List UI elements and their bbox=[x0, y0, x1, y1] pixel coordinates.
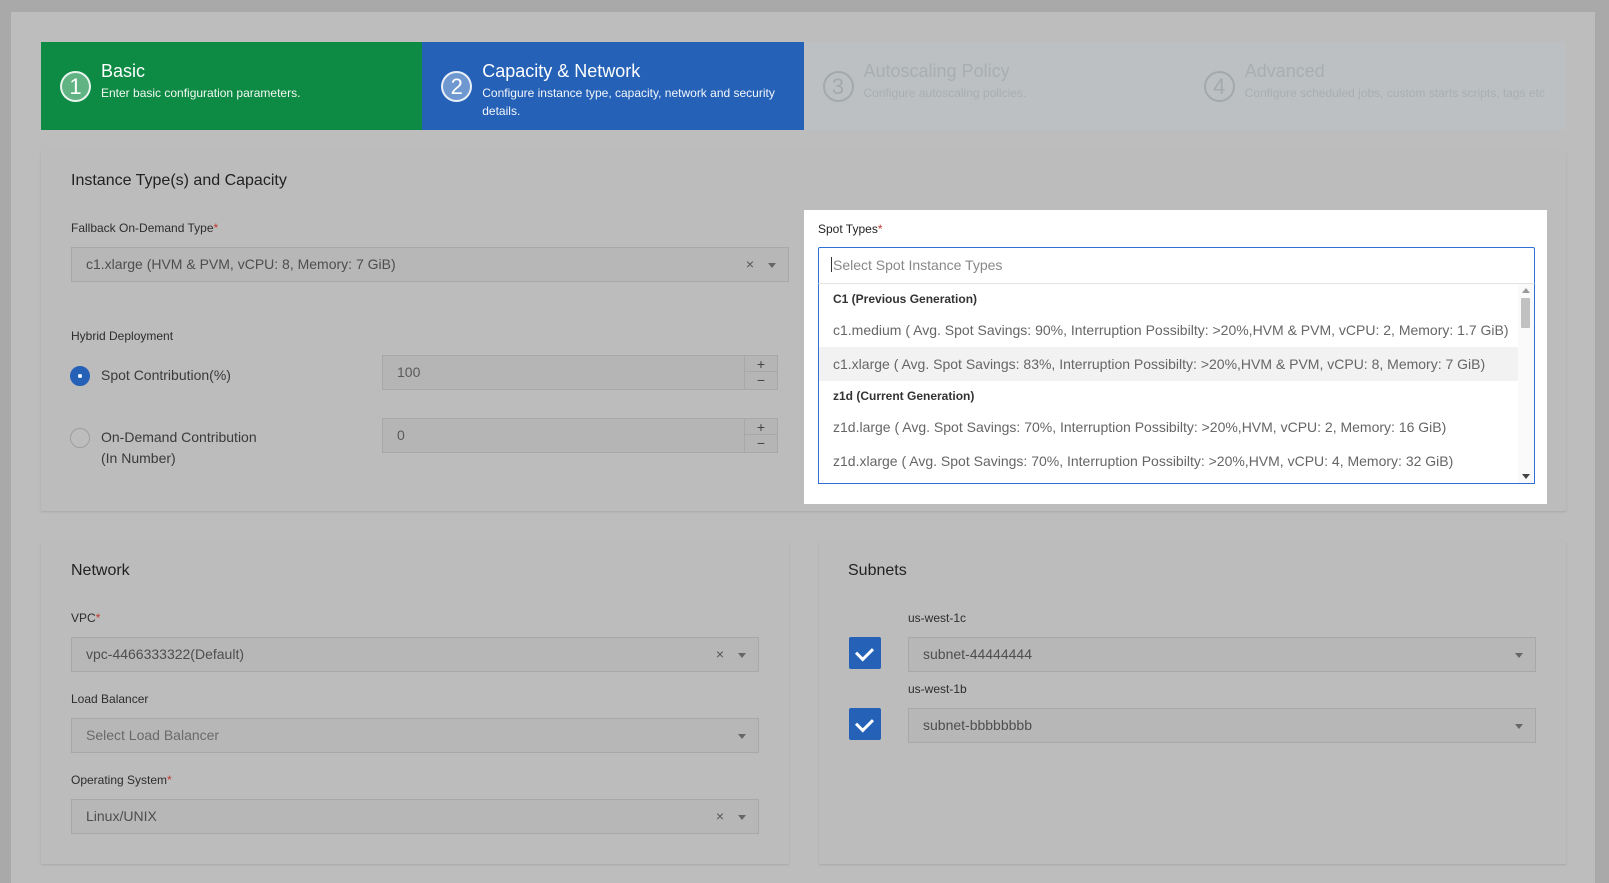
decrement-button[interactable]: − bbox=[745, 372, 777, 388]
option-group-header: z1d (Current Generation) bbox=[833, 389, 975, 403]
step-number: 1 bbox=[60, 71, 91, 102]
os-select[interactable]: Linux/UNIX × bbox=[71, 799, 759, 834]
step-title: Capacity & Network bbox=[482, 61, 641, 81]
os-value: Linux/UNIX bbox=[86, 808, 157, 824]
required-mark: * bbox=[213, 221, 219, 235]
vpc-label: VPC* bbox=[71, 611, 100, 625]
scrollbar-thumb[interactable] bbox=[1521, 298, 1530, 328]
spot-contribution-radio[interactable] bbox=[70, 366, 90, 386]
spot-types-label-text: Spot Types bbox=[818, 222, 878, 236]
step-description: Configure scheduled jobs, custom starts … bbox=[1244, 86, 1545, 100]
wizard-steps: 1 Basic Enter basic configuration parame… bbox=[41, 42, 1566, 130]
spot-types-label: Spot Types* bbox=[818, 222, 883, 236]
chevron-down-icon[interactable] bbox=[1515, 724, 1523, 729]
required-mark: * bbox=[877, 222, 883, 236]
os-label-text: Operating System bbox=[71, 773, 168, 787]
load-balancer-placeholder: Select Load Balancer bbox=[86, 727, 220, 743]
chevron-down-icon[interactable] bbox=[768, 263, 776, 268]
ondemand-contribution-stepper[interactable]: 0 + − bbox=[382, 418, 778, 453]
clear-icon[interactable]: × bbox=[746, 256, 754, 272]
dropdown-option[interactable]: c1.xlarge ( Avg. Spot Savings: 83%, Inte… bbox=[819, 347, 1518, 381]
spot-contribution-value: 100 bbox=[397, 364, 421, 380]
subnet-checkbox[interactable] bbox=[849, 708, 881, 740]
load-balancer-label: Load Balancer bbox=[71, 692, 149, 706]
fallback-type-value: c1.xlarge (HVM & PVM, vCPU: 8, Memory: 7… bbox=[86, 256, 396, 272]
scroll-up-icon[interactable] bbox=[1522, 288, 1530, 293]
dropdown-option[interactable]: z1d.large ( Avg. Spot Savings: 70%, Inte… bbox=[819, 410, 1518, 444]
stepper-buttons: + − bbox=[744, 419, 777, 452]
subnet-value: subnet-44444444 bbox=[923, 646, 1032, 662]
spot-types-search-input[interactable]: Select Spot Instance Types bbox=[818, 247, 1535, 283]
load-balancer-select[interactable]: Select Load Balancer bbox=[71, 718, 759, 753]
step-advanced[interactable]: 4 Advanced Configure scheduled jobs, cus… bbox=[1184, 42, 1566, 130]
increment-button[interactable]: + bbox=[745, 419, 777, 435]
vpc-value: vpc-4466333322(Default) bbox=[86, 646, 244, 662]
subnet-select[interactable]: subnet-bbbbbbbb bbox=[908, 708, 1536, 743]
fallback-type-select[interactable]: c1.xlarge (HVM & PVM, vCPU: 8, Memory: 7… bbox=[71, 247, 789, 282]
subnet-zone-label: us-west-1c bbox=[908, 611, 967, 625]
scroll-down-icon[interactable] bbox=[1522, 474, 1530, 479]
dropdown-list: C1 (Previous Generation) c1.medium ( Avg… bbox=[819, 284, 1518, 478]
spot-types-dropdown[interactable]: C1 (Previous Generation) c1.medium ( Avg… bbox=[818, 283, 1535, 484]
os-label: Operating System* bbox=[71, 773, 172, 787]
step-description: Configure instance type, capacity, netwo… bbox=[482, 86, 775, 118]
chevron-down-icon[interactable] bbox=[738, 734, 746, 739]
step-capacity-network[interactable]: 2 Capacity & Network Configure instance … bbox=[422, 42, 804, 130]
decrement-button[interactable]: − bbox=[745, 435, 777, 451]
chevron-down-icon[interactable] bbox=[738, 815, 746, 820]
increment-button[interactable]: + bbox=[745, 356, 777, 372]
option-group-header: C1 (Previous Generation) bbox=[833, 292, 978, 306]
spot-types-panel: Spot Types* Select Spot Instance Types C… bbox=[804, 210, 1547, 504]
dropdown-option[interactable]: z1d.xlarge ( Avg. Spot Savings: 70%, Int… bbox=[819, 444, 1518, 478]
spot-types-placeholder: Select Spot Instance Types bbox=[833, 257, 1003, 273]
ondemand-label-line2: (In Number) bbox=[101, 450, 176, 466]
spot-contribution-label: Spot Contribution(%) bbox=[101, 367, 231, 383]
subnets-card: Subnets us-west-1c subnet-44444444 us-we… bbox=[819, 541, 1566, 864]
ondemand-contribution-value: 0 bbox=[397, 427, 405, 443]
subnet-value: subnet-bbbbbbbb bbox=[923, 717, 1032, 733]
step-title: Basic bbox=[101, 61, 146, 81]
ondemand-contribution-radio[interactable] bbox=[70, 428, 90, 448]
subnet-zone-label: us-west-1b bbox=[908, 682, 967, 696]
subnet-select[interactable]: subnet-44444444 bbox=[908, 637, 1536, 672]
capacity-title: Instance Type(s) and Capacity bbox=[71, 172, 287, 189]
subnets-title: Subnets bbox=[848, 562, 907, 579]
step-title: Autoscaling Policy bbox=[863, 61, 1010, 81]
network-card: Network VPC* vpc-4466333322(Default) × L… bbox=[41, 541, 789, 864]
chevron-down-icon[interactable] bbox=[738, 653, 746, 658]
step-title: Advanced bbox=[1244, 61, 1325, 81]
step-description: Configure autoscaling policies. bbox=[863, 86, 1027, 100]
clear-icon[interactable]: × bbox=[716, 808, 724, 824]
required-mark: * bbox=[95, 611, 101, 625]
step-number: 4 bbox=[1203, 71, 1235, 102]
step-number: 3 bbox=[822, 71, 854, 102]
clear-icon[interactable]: × bbox=[716, 646, 724, 662]
vpc-label-text: VPC bbox=[71, 611, 96, 625]
required-mark: * bbox=[167, 773, 172, 787]
fallback-label: Fallback On-Demand Type* bbox=[71, 221, 218, 235]
vpc-select[interactable]: vpc-4466333322(Default) × bbox=[71, 637, 759, 672]
ondemand-label-line1: On-Demand Contribution bbox=[101, 429, 257, 445]
chevron-down-icon[interactable] bbox=[1515, 653, 1523, 658]
hybrid-deployment-label: Hybrid Deployment bbox=[71, 329, 174, 343]
step-description: Enter basic configuration parameters. bbox=[101, 86, 301, 100]
dropdown-scrollbar[interactable] bbox=[1518, 284, 1534, 483]
step-autoscaling-policy[interactable]: 3 Autoscaling Policy Configure autoscali… bbox=[803, 42, 1185, 130]
step-number: 2 bbox=[441, 71, 473, 102]
fallback-label-text: Fallback On-Demand Type bbox=[71, 221, 214, 235]
network-title: Network bbox=[71, 562, 130, 579]
spot-contribution-stepper[interactable]: 100 + − bbox=[382, 355, 778, 390]
text-cursor bbox=[831, 257, 832, 272]
dropdown-option[interactable]: c1.medium ( Avg. Spot Savings: 90%, Inte… bbox=[819, 313, 1518, 347]
subnet-checkbox[interactable] bbox=[849, 637, 881, 669]
stepper-buttons: + − bbox=[744, 356, 777, 389]
ondemand-contribution-label: On-Demand Contribution (In Number) bbox=[101, 427, 257, 469]
step-basic[interactable]: 1 Basic Enter basic configuration parame… bbox=[41, 42, 423, 130]
